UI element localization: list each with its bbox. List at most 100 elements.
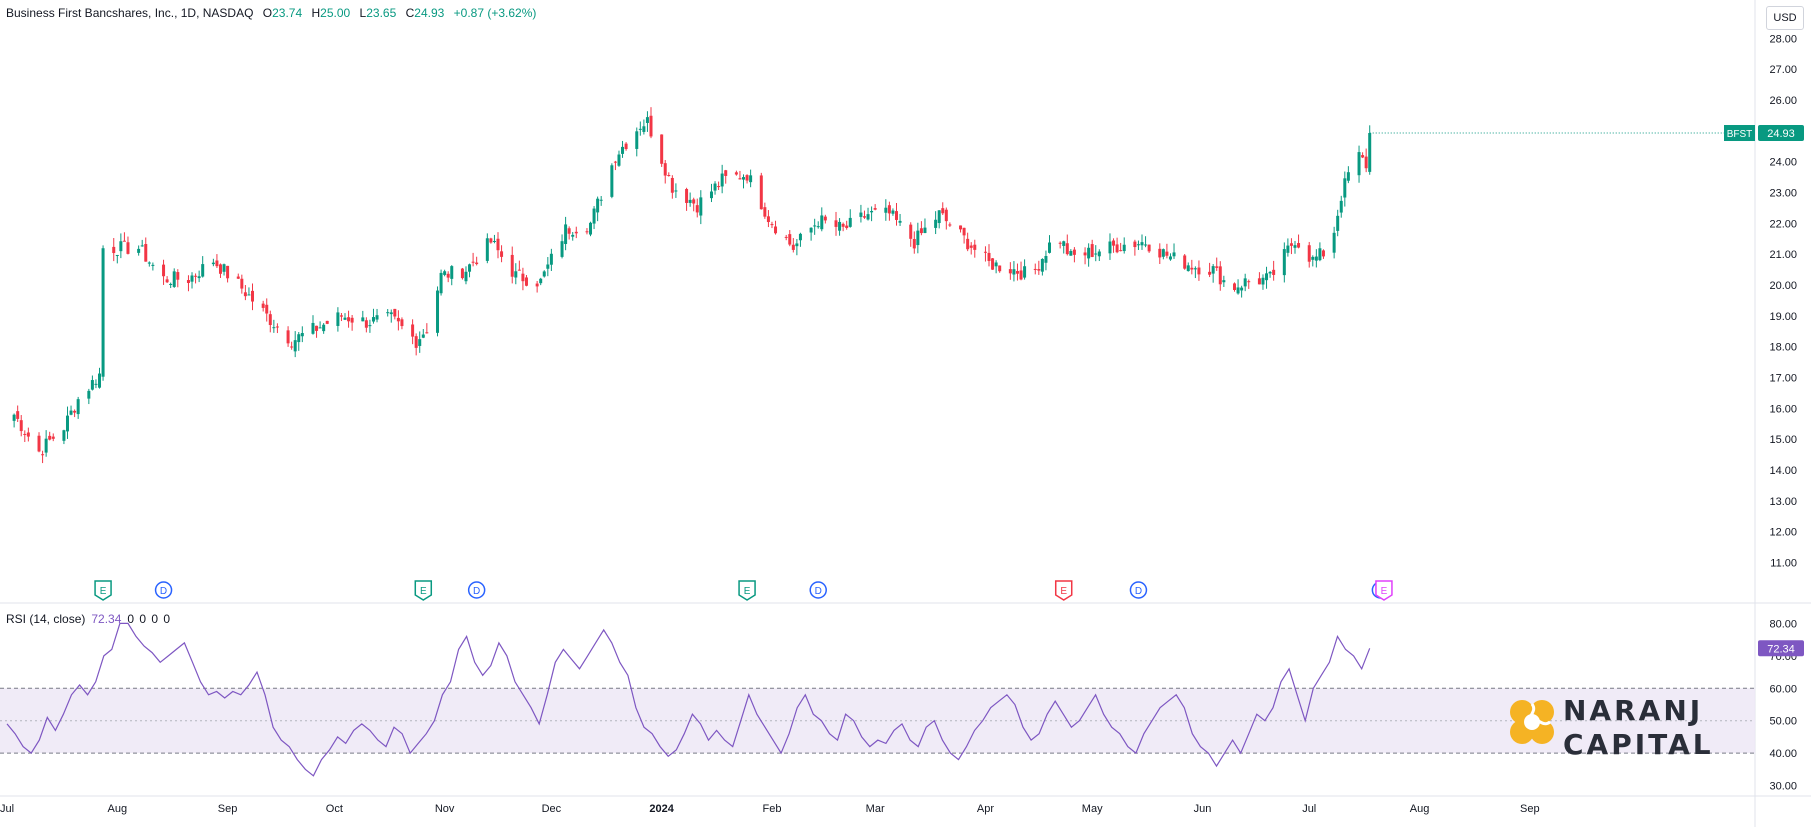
candle-body — [169, 283, 173, 285]
candle-body — [645, 117, 649, 123]
time-tick-label: Oct — [326, 803, 343, 815]
candle-body — [514, 271, 518, 278]
candle-body — [848, 217, 852, 227]
time-tick-label: Mar — [866, 803, 885, 815]
candle-body — [293, 340, 297, 352]
candle-body — [1257, 278, 1261, 285]
candle-body — [859, 212, 863, 217]
candle-body — [560, 241, 564, 257]
candle-body — [1265, 273, 1269, 281]
candle-body — [1268, 271, 1272, 274]
candle-body — [998, 265, 1002, 272]
candle-body — [76, 399, 80, 415]
candle-body — [1140, 242, 1144, 246]
candle-body — [315, 325, 319, 331]
candle-body — [226, 265, 230, 279]
candle-body — [94, 383, 98, 385]
earnings-marker-label: E — [100, 586, 107, 597]
candle-body — [194, 275, 198, 277]
candle-body — [396, 317, 400, 322]
candle-body — [866, 214, 870, 220]
candle-body — [1233, 283, 1237, 290]
candle-body — [1087, 247, 1091, 259]
candle-body — [1289, 243, 1293, 246]
candle-body — [98, 373, 102, 388]
candle-body — [421, 334, 425, 338]
candle-body — [368, 325, 372, 327]
candle-body — [838, 221, 842, 231]
candle-body — [371, 317, 375, 322]
candle-body — [418, 339, 422, 346]
candle-body — [23, 433, 27, 435]
candle-body — [1361, 155, 1365, 158]
chart-header: Business First Bancshares, Inc., 1D, NAS… — [6, 6, 536, 20]
candle-body — [720, 173, 724, 187]
candle-body — [535, 283, 539, 287]
brand-wordmark: NARANJ CAPITAL — [1563, 694, 1714, 762]
candle-body — [386, 312, 390, 314]
candle-body — [101, 248, 105, 377]
dividend-marker-label: D — [473, 586, 480, 597]
earnings-marker-label: E — [1060, 586, 1067, 597]
candle-body — [375, 315, 379, 320]
time-tick-label: May — [1082, 803, 1103, 815]
currency-button[interactable]: USD — [1766, 6, 1804, 30]
candle-body — [90, 380, 94, 390]
rsi-header: RSI (14, close) 72.34 0 0 0 0 — [6, 612, 171, 626]
candle-body — [460, 268, 464, 279]
candle-body — [663, 163, 667, 176]
candle-body — [1119, 250, 1123, 252]
candle-body — [275, 326, 279, 328]
brand-line-2: CAPITAL — [1563, 728, 1714, 761]
candle-body — [624, 143, 628, 150]
candle-body — [1183, 255, 1187, 269]
candle-body — [201, 264, 205, 277]
candle-body — [1115, 244, 1119, 253]
high-value: 25.00 — [320, 6, 351, 20]
candle-body — [1218, 266, 1222, 285]
candle-body — [1019, 270, 1023, 280]
candle-body — [1158, 248, 1162, 258]
candle-body — [1243, 278, 1247, 287]
candle-body — [749, 175, 753, 183]
high-label: H — [311, 6, 321, 20]
candle-body — [813, 225, 817, 227]
candle-body — [218, 264, 222, 274]
candle-body — [788, 234, 792, 245]
candle-body — [599, 199, 603, 201]
candle-body — [1069, 250, 1073, 256]
candle-body — [1122, 244, 1126, 252]
candle-body — [709, 191, 713, 199]
last-price-tag: 24.93 — [1767, 128, 1795, 140]
close-label: C — [405, 6, 415, 20]
candle-body — [542, 271, 546, 277]
candle-body — [1311, 256, 1315, 260]
close-value: 24.93 — [414, 6, 445, 20]
candle-body — [500, 251, 504, 257]
candle-body — [1186, 265, 1190, 272]
candle-body — [670, 177, 674, 193]
candle-body — [1272, 269, 1276, 275]
candle-body — [873, 208, 877, 210]
candle-body — [215, 260, 219, 267]
candle-body — [916, 230, 920, 246]
candle-body — [887, 205, 891, 214]
candle-body — [311, 322, 315, 334]
candle-body — [151, 264, 155, 266]
rsi-tick-label: 40.00 — [1769, 748, 1797, 760]
candle-body — [1215, 266, 1219, 268]
candle-body — [763, 207, 767, 217]
time-tick-label: 2024 — [649, 803, 674, 815]
candle-body — [1286, 245, 1290, 253]
candle-body — [571, 234, 575, 237]
candle-body — [895, 211, 898, 220]
candle-body — [87, 390, 91, 399]
candle-body — [65, 415, 69, 432]
candle-body — [521, 273, 525, 282]
candle-body — [1240, 287, 1244, 291]
candle-body — [699, 197, 703, 216]
candle-body — [1037, 269, 1041, 271]
price-tick-label: 22.00 — [1769, 218, 1797, 230]
candle-body — [1282, 249, 1286, 276]
dividend-marker-label: D — [815, 586, 822, 597]
